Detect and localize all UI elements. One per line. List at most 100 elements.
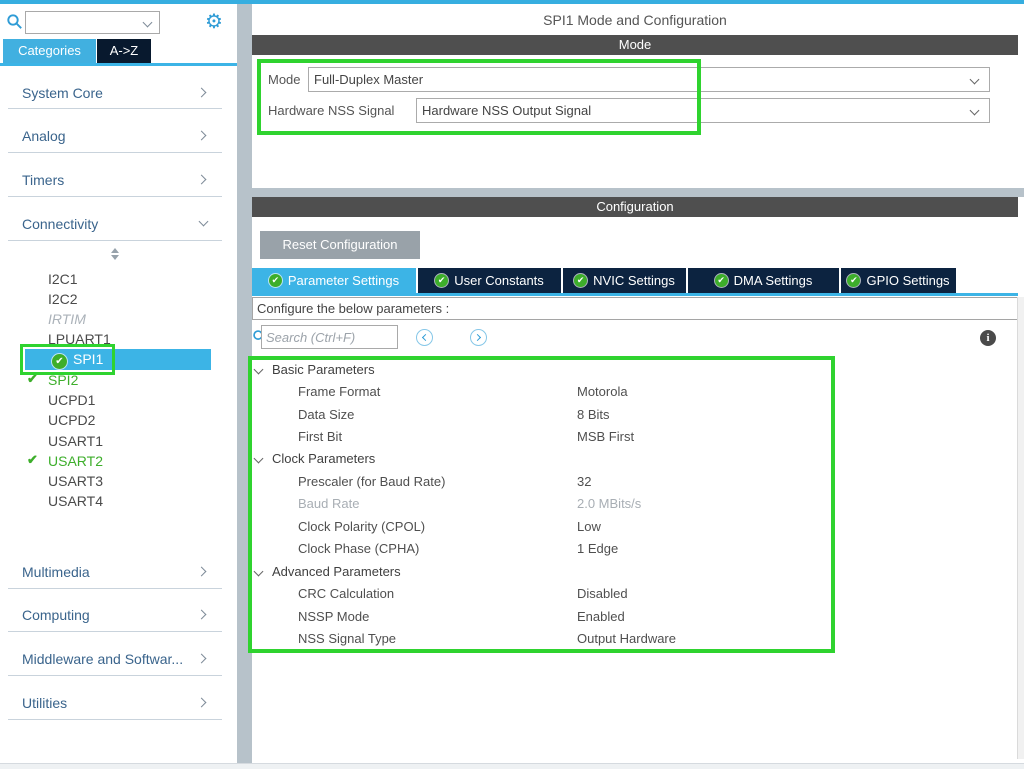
reset-configuration-button[interactable]: Reset Configuration: [260, 231, 420, 259]
configuration-section-header: Configuration: [252, 197, 1018, 217]
sidebar-item-usart1[interactable]: USART1: [0, 431, 222, 451]
mode-section-header: Mode: [252, 35, 1018, 55]
chevron-right-icon: [197, 88, 207, 98]
peripheral-label: SPI1: [73, 351, 103, 367]
tab-a-z[interactable]: A->Z: [97, 39, 151, 63]
param-label: CRC Calculation: [298, 586, 394, 601]
chevron-down-icon: [254, 454, 264, 464]
search-next-button[interactable]: [470, 329, 487, 346]
sidebar-item-irtim[interactable]: IRTIM: [0, 309, 222, 329]
param-value: 2.0 MBits/s: [577, 493, 641, 515]
chevron-down-icon: [199, 217, 209, 227]
param-group-clock[interactable]: Clock Parameters: [252, 448, 836, 470]
panel-splitter[interactable]: [237, 4, 252, 765]
param-row-clock-phase[interactable]: Clock Phase (CPHA) 1 Edge: [252, 538, 836, 560]
sidebar-item-spi1-selected[interactable]: ✔SPI1: [25, 349, 211, 370]
sidebar: ⚙ Categories A->Z System Core Analog Tim…: [0, 4, 237, 763]
tab-dma-settings[interactable]: ✔ DMA Settings: [688, 268, 839, 293]
param-value[interactable]: Disabled: [577, 583, 628, 605]
sidebar-item-i2c1[interactable]: I2C1: [0, 269, 222, 289]
sidebar-item-spi2[interactable]: SPI2: [0, 370, 222, 390]
param-label: Prescaler (for Baud Rate): [298, 474, 445, 489]
param-group-advanced[interactable]: Advanced Parameters: [252, 561, 836, 583]
search-icon: [6, 13, 23, 30]
chevron-right-icon: [197, 567, 207, 577]
sidebar-search-combobox[interactable]: [25, 11, 160, 34]
category-label: Computing: [22, 607, 90, 623]
sidebar-item-usart3[interactable]: USART3: [0, 471, 222, 491]
param-label: Clock Polarity (CPOL): [298, 519, 425, 534]
sidebar-item-usart2[interactable]: USART2: [0, 451, 222, 471]
sidebar-item-analog[interactable]: Analog: [0, 123, 237, 149]
tab-categories[interactable]: Categories: [3, 39, 96, 63]
sidebar-item-ucpd1[interactable]: UCPD1: [0, 390, 222, 410]
param-row-baud-rate: Baud Rate 2.0 MBits/s: [252, 493, 836, 515]
param-value[interactable]: 8 Bits: [577, 404, 610, 426]
param-row-data-size[interactable]: Data Size 8 Bits: [252, 404, 836, 426]
bottom-edge: [0, 763, 1024, 769]
hardware-nss-dropdown[interactable]: Hardware NSS Output Signal: [416, 98, 990, 123]
param-value[interactable]: 1 Edge: [577, 538, 618, 560]
sidebar-item-computing[interactable]: Computing: [0, 602, 237, 628]
divider: [8, 196, 222, 197]
sidebar-item-i2c2[interactable]: I2C2: [0, 289, 222, 309]
divider: [8, 631, 222, 632]
param-value[interactable]: Output Hardware: [577, 628, 676, 650]
mode-field-label: Mode: [268, 67, 301, 92]
sidebar-item-connectivity[interactable]: Connectivity: [0, 211, 237, 237]
settings-gear-icon[interactable]: ⚙: [205, 9, 223, 34]
tab-parameter-settings[interactable]: ✔ Parameter Settings: [252, 268, 416, 293]
chevron-down-icon: [254, 567, 264, 577]
group-label: Advanced Parameters: [272, 564, 401, 579]
tab-user-constants[interactable]: ✔ User Constants: [418, 268, 561, 293]
tab-nvic-settings[interactable]: ✔ NVIC Settings: [563, 268, 686, 293]
param-row-prescaler[interactable]: Prescaler (for Baud Rate) 32: [252, 471, 836, 493]
tab-gpio-settings[interactable]: ✔ GPIO Settings: [841, 268, 956, 293]
mode-dropdown-value: Full-Duplex Master: [314, 72, 423, 87]
sidebar-search-input[interactable]: [26, 12, 159, 33]
sidebar-item-lpuart1[interactable]: LPUART1: [0, 329, 222, 349]
param-value[interactable]: 32: [577, 471, 591, 493]
param-row-nssp-mode[interactable]: NSSP Mode Enabled: [252, 606, 836, 628]
sidebar-item-multimedia[interactable]: Multimedia: [0, 559, 237, 585]
param-value[interactable]: Motorola: [577, 381, 628, 403]
info-icon[interactable]: i: [980, 330, 996, 346]
sort-spinner-icon[interactable]: [111, 248, 119, 260]
category-label: Utilities: [22, 695, 67, 711]
param-value[interactable]: Enabled: [577, 606, 625, 628]
param-row-crc-calculation[interactable]: CRC Calculation Disabled: [252, 583, 836, 605]
chevron-down-icon: [254, 365, 264, 375]
sidebar-item-utilities[interactable]: Utilities: [0, 690, 237, 716]
sidebar-item-usart4[interactable]: USART4: [0, 491, 222, 511]
param-label: Baud Rate: [298, 496, 359, 511]
category-label: System Core: [22, 85, 103, 101]
divider: [8, 588, 222, 589]
param-row-frame-format[interactable]: Frame Format Motorola: [252, 381, 836, 403]
check-circle-icon: ✔: [574, 274, 587, 287]
tab-label: User Constants: [454, 273, 544, 288]
category-label: Timers: [22, 172, 64, 188]
mode-dropdown[interactable]: Full-Duplex Master: [308, 67, 990, 92]
chevron-right-icon: [197, 131, 207, 141]
search-prev-button[interactable]: [416, 329, 433, 346]
scrollbar-track[interactable]: [1017, 297, 1024, 759]
param-row-first-bit[interactable]: First Bit MSB First: [252, 426, 836, 448]
parameter-search-input[interactable]: [261, 325, 398, 349]
param-row-nss-signal-type[interactable]: NSS Signal Type Output Hardware: [252, 628, 836, 650]
param-label: Frame Format: [298, 384, 380, 399]
sidebar-item-timers[interactable]: Timers: [0, 167, 237, 193]
chevron-down-icon: [970, 106, 980, 116]
chevron-right-icon: [197, 698, 207, 708]
param-value[interactable]: Low: [577, 516, 601, 538]
sidebar-item-ucpd2[interactable]: UCPD2: [0, 410, 222, 430]
group-label: Clock Parameters: [272, 451, 375, 466]
category-label: Multimedia: [22, 564, 90, 580]
horizontal-splitter[interactable]: [240, 188, 1024, 197]
divider: [8, 108, 222, 109]
param-value[interactable]: MSB First: [577, 426, 634, 448]
param-group-basic[interactable]: Basic Parameters: [252, 359, 836, 381]
sidebar-item-middleware[interactable]: Middleware and Softwar...: [0, 646, 237, 672]
check-circle-icon: ✔: [269, 274, 282, 287]
param-row-clock-polarity[interactable]: Clock Polarity (CPOL) Low: [252, 516, 836, 538]
sidebar-item-system-core[interactable]: System Core: [0, 80, 237, 106]
